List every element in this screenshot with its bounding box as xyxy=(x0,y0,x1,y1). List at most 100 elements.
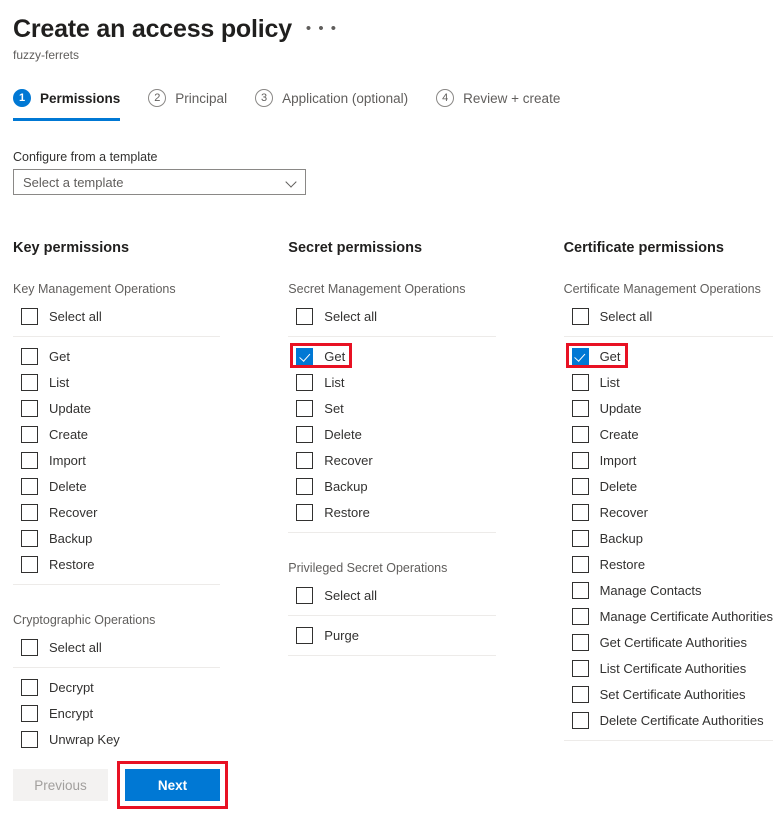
checkbox-checked-icon xyxy=(571,347,589,365)
checkbox-restore[interactable]: Restore xyxy=(13,551,220,577)
checkbox-delete[interactable]: Delete xyxy=(564,473,773,499)
checkbox-delete[interactable]: Delete xyxy=(288,421,495,447)
group-key-management-operations: Key Management Operations Select all Get Li… xyxy=(13,282,221,585)
checkbox-select-all[interactable]: Select all xyxy=(13,634,220,660)
wizard-tab-label: Application (optional) xyxy=(282,90,409,106)
checkbox-icon xyxy=(296,503,314,521)
checkbox-icon xyxy=(21,704,38,722)
column-title: Secret permissions xyxy=(288,240,423,256)
previous-button[interactable]: Previous xyxy=(13,769,108,801)
checkbox-icon xyxy=(21,555,38,573)
checkbox-label: Delete xyxy=(49,478,87,494)
permission-columns: Key permissions Key Management Operations… xyxy=(0,240,773,766)
checkbox-label: Backup xyxy=(324,478,368,494)
checkbox-import[interactable]: Import xyxy=(564,447,773,473)
checkbox-delete[interactable]: Delete xyxy=(13,473,220,499)
checkbox-unwrap-key[interactable]: Unwrap Key xyxy=(13,726,220,752)
checkbox-manage-certificate-authorities[interactable]: Manage Certificate Authorities xyxy=(564,603,773,629)
checkbox-label: List xyxy=(324,374,345,390)
checkbox-icon xyxy=(571,477,589,495)
wizard-tab-review-create[interactable]: 4 Review + create xyxy=(436,81,560,117)
checkbox-label: Set Certificate Authorities xyxy=(599,686,746,702)
checkbox-list-certificate-authorities[interactable]: List Certificate Authorities xyxy=(564,655,773,681)
checkbox-icon xyxy=(296,373,314,391)
more-options-icon[interactable]: • • • xyxy=(306,21,338,36)
wizard-tabs: 1 Permissions 2 Principal 3 Application (opti… xyxy=(0,81,773,121)
title-row: Create an access policy • • • xyxy=(13,14,773,44)
checkbox-list[interactable]: List xyxy=(564,369,773,395)
checkbox-purge[interactable]: Purge xyxy=(288,622,495,648)
checkbox-label: Unwrap Key xyxy=(49,731,120,747)
checkbox-create[interactable]: Create xyxy=(564,421,773,447)
checkbox-set[interactable]: Set xyxy=(288,395,495,421)
checkbox-recover[interactable]: Recover xyxy=(564,499,773,525)
checkbox-select-all[interactable]: Select all xyxy=(564,303,773,329)
wizard-footer: Previous Next xyxy=(0,754,773,816)
checkbox-get[interactable]: Get xyxy=(564,343,773,369)
checkbox-restore[interactable]: Restore xyxy=(288,499,495,525)
checkbox-create[interactable]: Create xyxy=(13,421,220,447)
checkbox-icon xyxy=(21,347,38,365)
checkbox-decrypt[interactable]: Decrypt xyxy=(13,674,220,700)
checkbox-manage-contacts[interactable]: Manage Contacts xyxy=(564,577,773,603)
checkbox-update[interactable]: Update xyxy=(564,395,773,421)
checkbox-label: Encrypt xyxy=(49,705,94,721)
checkbox-get-certificate-authorities[interactable]: Get Certificate Authorities xyxy=(564,629,773,655)
checkbox-icon xyxy=(296,451,314,469)
group-secret-management-operations: Secret Management Operations Select all Ge… xyxy=(288,282,496,533)
checkbox-list[interactable]: List xyxy=(13,369,220,395)
checkbox-icon xyxy=(571,399,589,417)
checkbox-backup[interactable]: Backup xyxy=(564,525,773,551)
checkbox-select-all[interactable]: Select all xyxy=(288,582,495,608)
checkbox-set-certificate-authorities[interactable]: Set Certificate Authorities xyxy=(564,681,773,707)
checkbox-label: Update xyxy=(49,400,91,416)
checkbox-encrypt[interactable]: Encrypt xyxy=(13,700,220,726)
checkbox-label: Select all xyxy=(599,308,653,324)
checkbox-icon xyxy=(296,399,314,417)
checkbox-icon xyxy=(571,555,589,573)
group-title: Secret Management Operations xyxy=(288,282,466,296)
checkbox-recover[interactable]: Recover xyxy=(288,447,495,473)
checkbox-label: Restore xyxy=(49,556,95,572)
checkbox-label: Recover xyxy=(599,504,648,520)
checkbox-label: Select all xyxy=(324,308,378,324)
checkbox-label: Restore xyxy=(324,504,370,520)
wizard-tab-principal[interactable]: 2 Principal xyxy=(148,81,227,117)
wizard-tab-permissions[interactable]: 1 Permissions xyxy=(13,81,121,121)
checkbox-import[interactable]: Import xyxy=(13,447,220,473)
checkbox-update[interactable]: Update xyxy=(13,395,220,421)
checkbox-list[interactable]: List xyxy=(288,369,495,395)
checkbox-select-all[interactable]: Select all xyxy=(13,303,220,329)
wizard-tab-label: Permissions xyxy=(40,90,121,106)
checkbox-icon xyxy=(296,586,314,604)
checkbox-label: Create xyxy=(599,426,639,442)
checkbox-backup[interactable]: Backup xyxy=(13,525,220,551)
column-secret-permissions: Secret permissions Secret Management Oper… xyxy=(288,240,496,766)
checkbox-get[interactable]: Get xyxy=(288,343,495,369)
next-button[interactable]: Next xyxy=(125,769,220,801)
checkbox-recover[interactable]: Recover xyxy=(13,499,220,525)
template-select[interactable]: Select a template xyxy=(13,169,306,195)
group-certificate-management-operations: Certificate Management Operations Select … xyxy=(563,282,773,741)
group-title: Privileged Secret Operations xyxy=(288,561,448,575)
column-certificate-permissions: Certificate permissions Certificate Manag… xyxy=(563,240,773,766)
checkbox-delete-certificate-authorities[interactable]: Delete Certificate Authorities xyxy=(564,707,773,733)
checkbox-icon xyxy=(571,633,589,651)
checkbox-label: List xyxy=(599,374,620,390)
checkbox-get[interactable]: Get xyxy=(13,343,220,369)
checkbox-restore[interactable]: Restore xyxy=(564,551,773,577)
checkbox-icon xyxy=(296,477,314,495)
checkbox-label: List Certificate Authorities xyxy=(599,660,747,676)
checkbox-icon xyxy=(296,425,314,443)
checkbox-label: Get xyxy=(324,348,346,364)
divider xyxy=(288,336,496,337)
checkbox-icon xyxy=(571,373,589,391)
column-title: Certificate permissions xyxy=(563,240,724,256)
checkbox-label: Backup xyxy=(49,530,93,546)
checkbox-select-all[interactable]: Select all xyxy=(288,303,495,329)
wizard-tab-application-optional[interactable]: 3 Application (optional) xyxy=(255,81,408,117)
next-button-highlight: Next xyxy=(117,761,228,809)
checkbox-backup[interactable]: Backup xyxy=(288,473,495,499)
checkbox-icon xyxy=(21,477,38,495)
checkbox-icon xyxy=(21,730,38,748)
